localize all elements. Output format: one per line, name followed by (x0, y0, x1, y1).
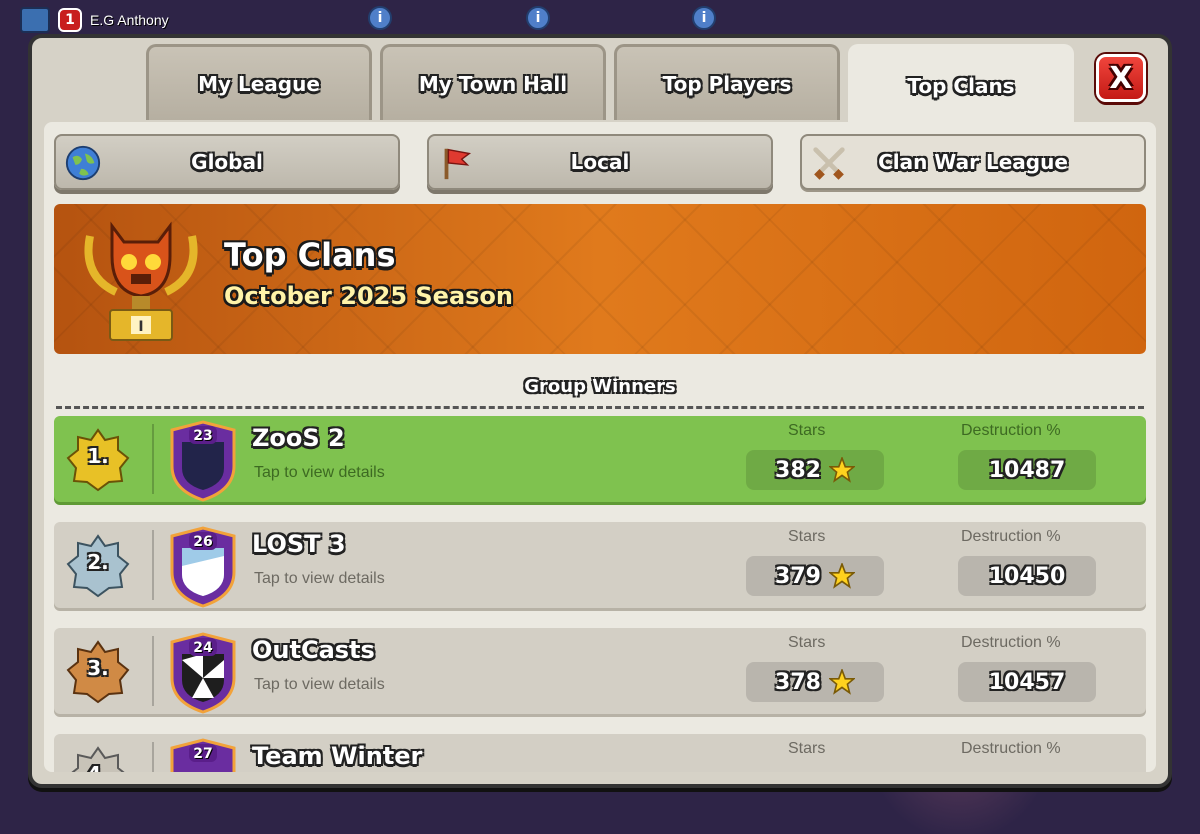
destruction-label: Destruction % (961, 740, 1061, 757)
stars-value: 382 (775, 457, 821, 483)
clan-row[interactable]: 1. 23 ZooS 2 Tap to view details Stars D… (54, 416, 1146, 502)
filter-clan-war-league-button[interactable]: Clan War League (800, 134, 1146, 190)
filter-bar: Global Local Clan War League (54, 134, 1146, 190)
season-banner: I Top Clans October 2025 Season (54, 204, 1146, 354)
info-button[interactable]: i (526, 6, 550, 30)
banner-season: October 2025 Season (224, 282, 514, 310)
stars-value-box: 382 (746, 450, 884, 490)
clan-name: LOST 3 (252, 530, 346, 558)
destruction-value-box: 10457 (958, 662, 1096, 702)
clan-rank: 2. (87, 550, 109, 574)
row-separator (152, 742, 154, 772)
filter-clan-war-league-label: Clan War League (878, 150, 1068, 174)
tab-top-clans[interactable]: Top Clans (848, 44, 1074, 124)
clan-row[interactable]: 2. 26 LOST 3 Tap to view details Stars D… (54, 522, 1146, 608)
clan-rank: 1. (87, 444, 109, 468)
destruction-value-box: 10450 (958, 556, 1096, 596)
stars-value: 379 (775, 563, 821, 589)
notification-badge[interactable]: 1 (58, 8, 82, 32)
info-button[interactable]: i (692, 6, 716, 30)
tab-my-town-hall[interactable]: My Town Hall (380, 44, 606, 120)
clan-row[interactable]: 4. 27 Team Winter Stars Destruction % (54, 734, 1146, 772)
filter-local-button[interactable]: Local (427, 134, 773, 190)
row-separator (152, 636, 154, 706)
skull-trophy-icon: I (84, 221, 198, 341)
clan-level: 24 (193, 640, 213, 656)
destruction-value: 10457 (988, 669, 1066, 695)
clan-level: 23 (193, 428, 213, 444)
stars-value: 378 (775, 669, 821, 695)
row-separator (152, 424, 154, 494)
filter-global-button[interactable]: Global (54, 134, 400, 190)
stars-label: Stars (788, 422, 826, 439)
divider (56, 406, 1144, 409)
tap-hint: Tap to view details (254, 676, 385, 693)
destruction-label: Destruction % (961, 422, 1061, 439)
stars-label: Stars (788, 740, 826, 757)
destruction-value-box: 10487 (958, 450, 1096, 490)
clan-row[interactable]: 3. 24 OutCasts Tap to view details Stars… (54, 628, 1146, 714)
stars-label: Stars (788, 634, 826, 651)
close-button[interactable]: X (1096, 54, 1146, 102)
tab-bar: My League My Town Hall Top Players Top C… (146, 44, 1074, 124)
section-title: Group Winners (524, 376, 676, 397)
clan-rank: 3. (87, 656, 109, 680)
crossed-swords-icon (813, 147, 845, 180)
flag-icon (444, 148, 472, 180)
star-icon (828, 669, 855, 695)
tab-top-players[interactable]: Top Players (614, 44, 840, 120)
trophy-rank: I (138, 319, 143, 335)
info-button[interactable]: i (368, 6, 392, 30)
leaderboard-window: My League My Town Hall Top Players Top C… (28, 34, 1172, 788)
stars-value-box: 379 (746, 556, 884, 596)
player-bar: 1 E.G Anthony (20, 6, 169, 34)
globe-icon (65, 145, 101, 181)
tap-hint: Tap to view details (254, 570, 385, 587)
leaderboard-content: Global Local Clan War League I Top Clans… (44, 122, 1156, 772)
star-icon (828, 457, 855, 483)
clan-level: 27 (193, 746, 213, 762)
filter-local-label: Local (570, 150, 630, 174)
stars-label: Stars (788, 528, 826, 545)
destruction-value: 10450 (988, 563, 1066, 589)
stars-value-box: 378 (746, 662, 884, 702)
tap-hint: Tap to view details (254, 464, 385, 481)
star-icon (828, 563, 855, 589)
player-level-badge (20, 7, 50, 33)
clan-rank: 4. (66, 762, 130, 772)
clan-name: OutCasts (252, 636, 375, 664)
destruction-value: 10487 (988, 457, 1066, 483)
row-separator (152, 530, 154, 600)
filter-global-label: Global (191, 150, 263, 174)
destruction-label: Destruction % (961, 634, 1061, 651)
banner-title: Top Clans (224, 236, 396, 274)
clan-name: ZooS 2 (252, 424, 345, 452)
clan-level: 26 (193, 534, 213, 550)
destruction-label: Destruction % (961, 528, 1061, 545)
player-name: E.G Anthony (90, 12, 169, 28)
clan-name: Team Winter (252, 742, 423, 770)
tab-my-league[interactable]: My League (146, 44, 372, 120)
